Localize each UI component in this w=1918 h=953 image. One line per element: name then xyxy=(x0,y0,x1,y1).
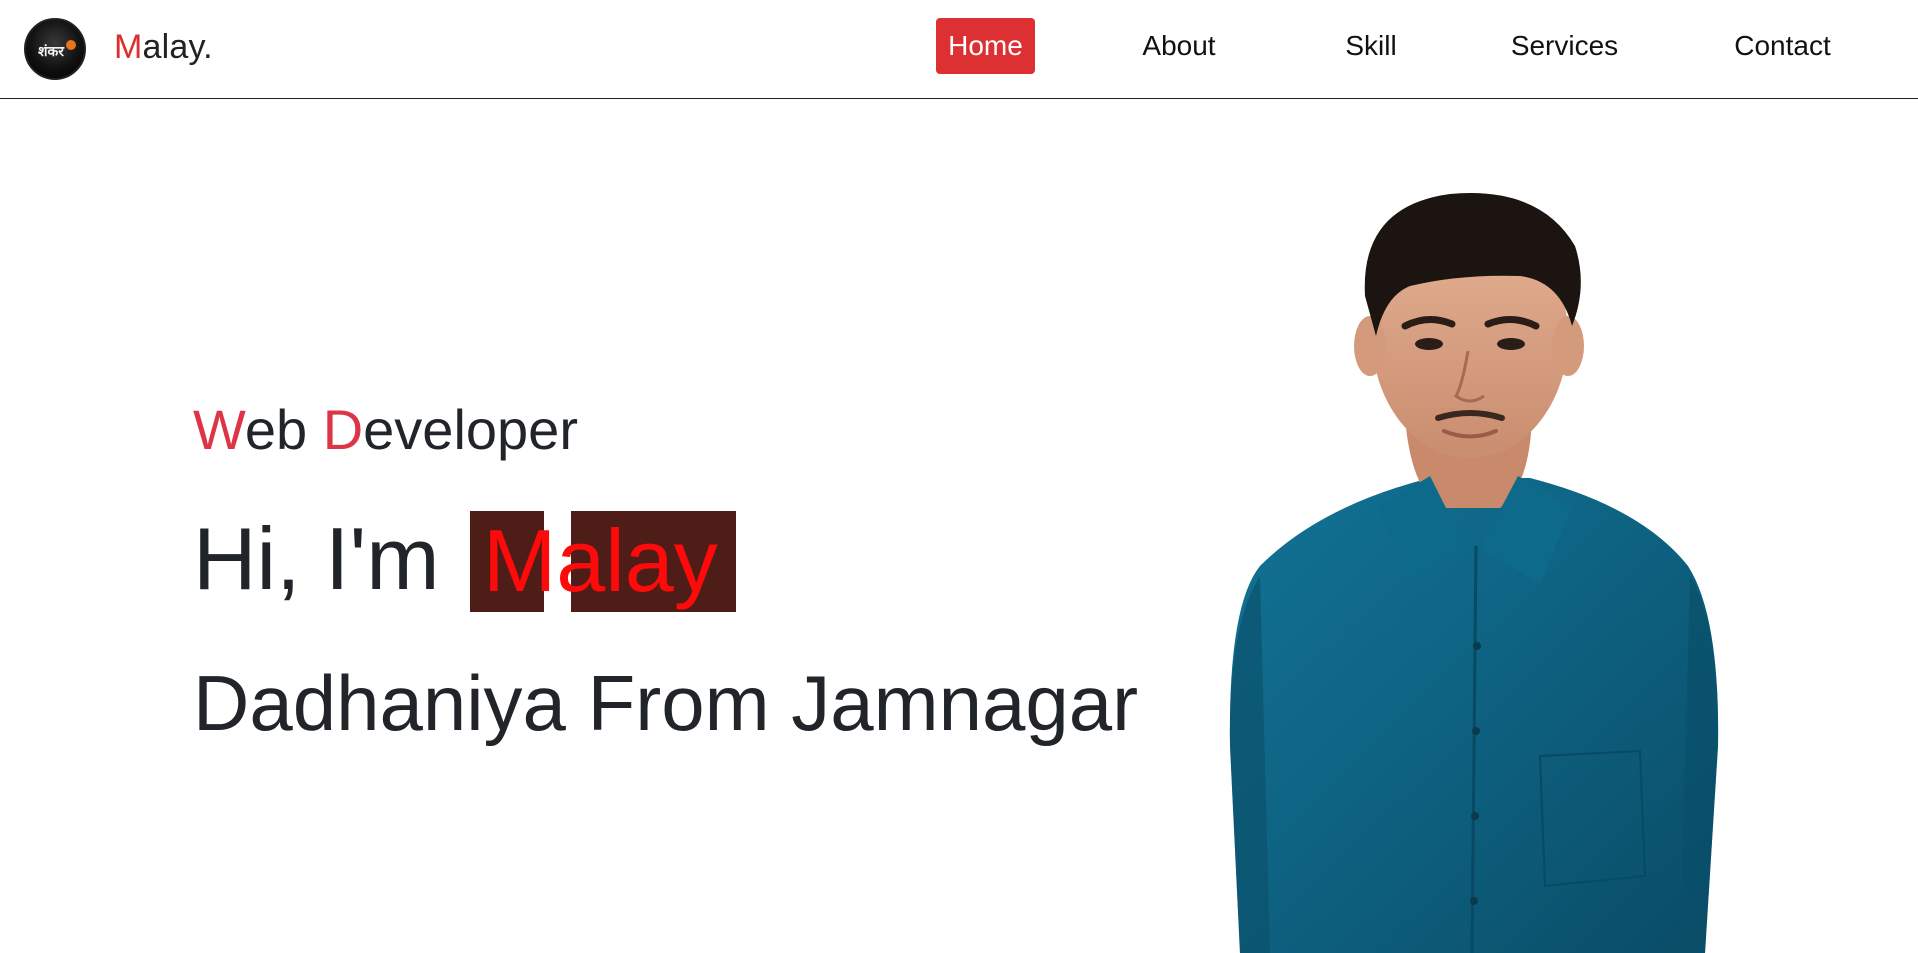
nav-skill-link[interactable]: Skill xyxy=(1334,18,1408,74)
profile-portrait xyxy=(1200,186,1740,953)
hero-name: Malay xyxy=(483,511,718,610)
logo-accent-dot xyxy=(66,40,76,50)
nav-home-link[interactable]: Home xyxy=(936,18,1035,74)
hero-name-highlight: Malay xyxy=(470,511,740,612)
brand-rest: alay. xyxy=(142,28,213,66)
nav-about-link[interactable]: About xyxy=(1129,18,1229,74)
brand-first-letter: M xyxy=(114,28,143,66)
subtitle-eveloper: eveloper xyxy=(363,398,578,461)
subtitle-letter-w: W xyxy=(193,398,245,461)
hero-location: Dadhaniya From Jamnagar xyxy=(193,659,1139,747)
portrait-illustration xyxy=(1229,193,1719,953)
nav-services-link[interactable]: Services xyxy=(1506,18,1623,74)
subtitle-eb: eb xyxy=(244,398,323,461)
brand-name[interactable]: Malay. xyxy=(114,27,213,67)
top-navbar: शंकर Malay. Home About Skill Services Co… xyxy=(0,0,1918,99)
logo-glyph: शंकर xyxy=(38,44,64,60)
hero-subtitle: Web Developer xyxy=(193,390,578,470)
nav-contact-link[interactable]: Contact xyxy=(1725,18,1840,74)
logo-avatar-icon[interactable]: शंकर xyxy=(24,18,86,80)
subtitle-letter-d: D xyxy=(322,398,364,461)
hero-greeting: Hi, I'm xyxy=(193,509,440,608)
